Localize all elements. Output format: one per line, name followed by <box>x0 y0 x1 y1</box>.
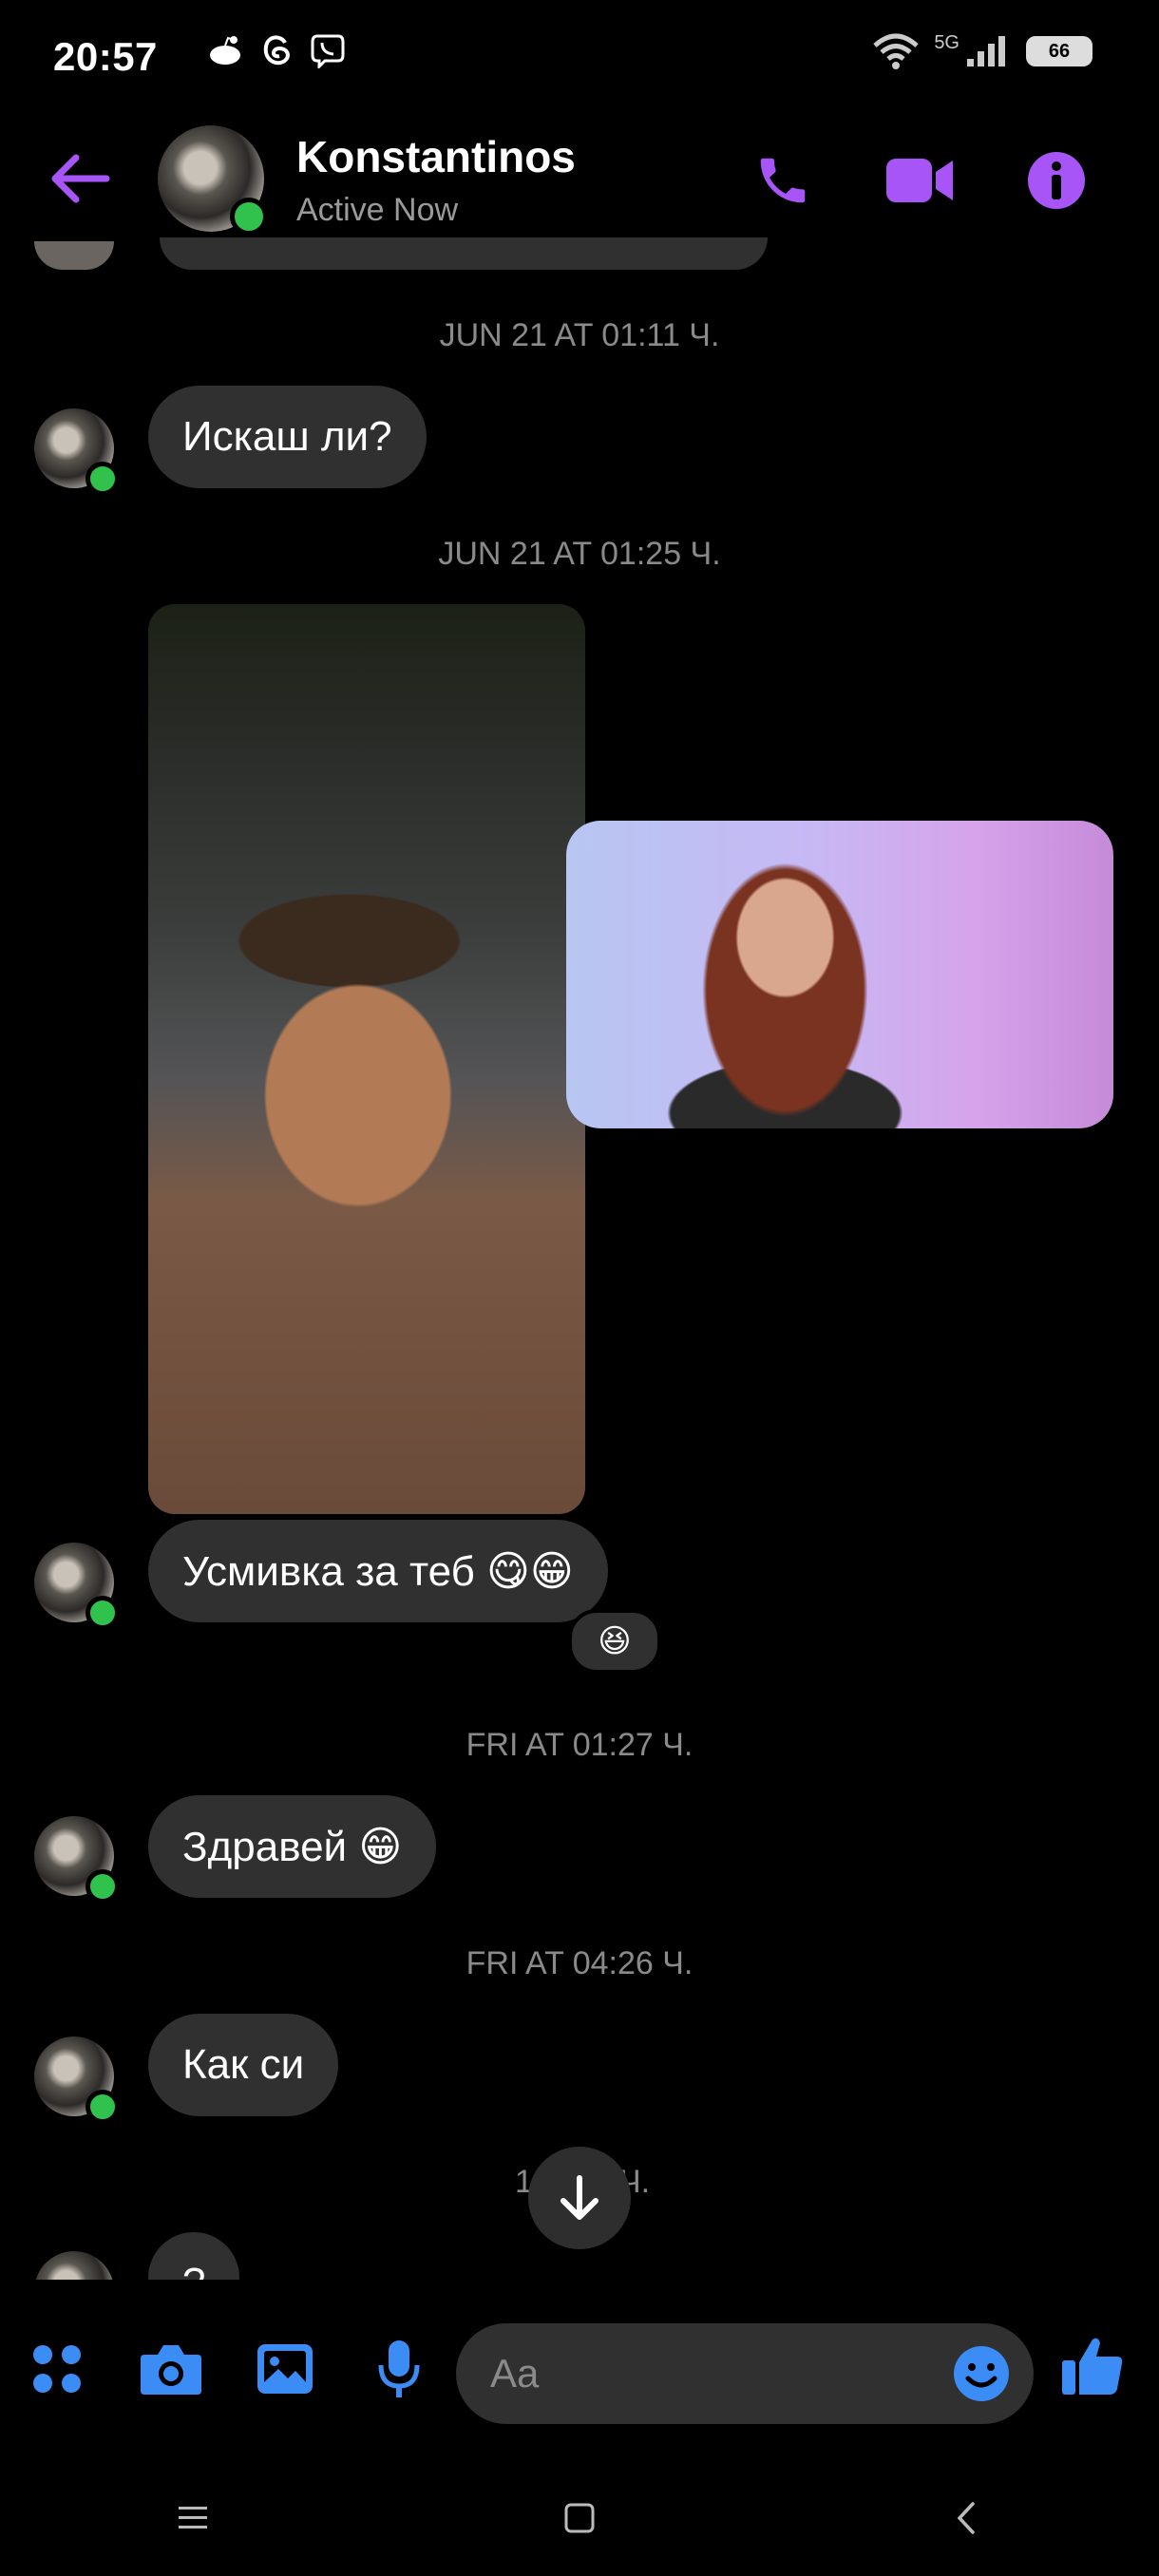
phone-icon <box>760 158 806 203</box>
recent-apps-button[interactable] <box>155 2480 231 2556</box>
menu-lines-icon <box>179 2507 208 2529</box>
message-bubble[interactable]: Искаш ли? <box>148 386 427 488</box>
microphone-icon <box>378 2340 420 2397</box>
system-back-button[interactable] <box>928 2480 1004 2556</box>
message-reaction[interactable]: 😆 <box>568 1609 661 1674</box>
previous-avatar-partial <box>34 241 114 270</box>
info-icon <box>1028 152 1085 209</box>
status-time: 20:57 <box>53 34 158 79</box>
message-timestamp: FRI AT 01:27 Ч. <box>466 1727 694 1763</box>
viber-icon <box>311 34 345 68</box>
like-button[interactable] <box>1054 2327 1130 2403</box>
video-camera-icon <box>886 159 953 202</box>
signal-icon <box>967 36 1005 66</box>
message-input[interactable]: Aa <box>456 2323 1034 2424</box>
threads-icon <box>263 35 290 66</box>
gallery-button[interactable] <box>251 2335 319 2403</box>
wifi-icon <box>873 33 919 69</box>
camera-icon <box>141 2345 201 2395</box>
shared-photo[interactable] <box>566 821 1113 1128</box>
thumbs-up-icon <box>1062 2338 1123 2395</box>
network-type-label: 5G <box>934 31 960 53</box>
video-call-button[interactable] <box>882 142 958 218</box>
conversation-info-button[interactable] <box>1018 142 1094 218</box>
online-indicator <box>86 2090 120 2124</box>
more-actions-button[interactable] <box>23 2335 91 2403</box>
contact-status: Active Now <box>296 192 459 228</box>
message-timestamp: JUN 21 AT 01:11 Ч. <box>439 317 720 353</box>
square-icon <box>564 2503 595 2533</box>
reddit-icon <box>210 36 240 65</box>
chevron-left-icon <box>957 2502 975 2534</box>
message-bubble[interactable]: Как си <box>148 2014 339 2116</box>
online-indicator <box>230 198 268 236</box>
arrow-down-icon <box>560 2175 598 2220</box>
system-navigation-bar <box>0 2460 1159 2576</box>
message-input-placeholder: Aa <box>490 2351 540 2396</box>
message-timestamp: JUN 21 AT 01:25 Ч. <box>438 536 721 572</box>
online-indicator <box>86 462 120 496</box>
audio-call-button[interactable] <box>745 142 821 218</box>
back-button[interactable] <box>48 152 114 205</box>
online-indicator <box>86 1869 120 1904</box>
online-indicator <box>86 1596 120 1630</box>
image-icon <box>257 2344 313 2394</box>
camera-button[interactable] <box>137 2335 205 2403</box>
message-bubble[interactable]: Усмивка за теб 😋😁 <box>148 1520 608 1622</box>
status-notification-icons <box>207 32 346 68</box>
message-timestamp: FRI AT 04:26 Ч. <box>466 1945 694 1981</box>
battery-indicator: 66 <box>1026 36 1092 66</box>
message-bubble[interactable]: Здравей 😁 <box>148 1795 437 1898</box>
emoji-icon[interactable] <box>952 2344 1011 2403</box>
voice-message-button[interactable] <box>365 2335 433 2403</box>
status-system-icons: 5G 66 <box>871 32 1092 70</box>
previous-message-partial <box>160 237 768 270</box>
scroll-to-bottom-button[interactable] <box>528 2147 631 2249</box>
grid-dots-icon <box>33 2345 81 2393</box>
contact-name[interactable]: Konstantinos <box>296 131 576 182</box>
shared-photo[interactable] <box>148 604 585 1514</box>
arrow-left-icon <box>51 154 110 203</box>
home-button[interactable] <box>542 2480 618 2556</box>
